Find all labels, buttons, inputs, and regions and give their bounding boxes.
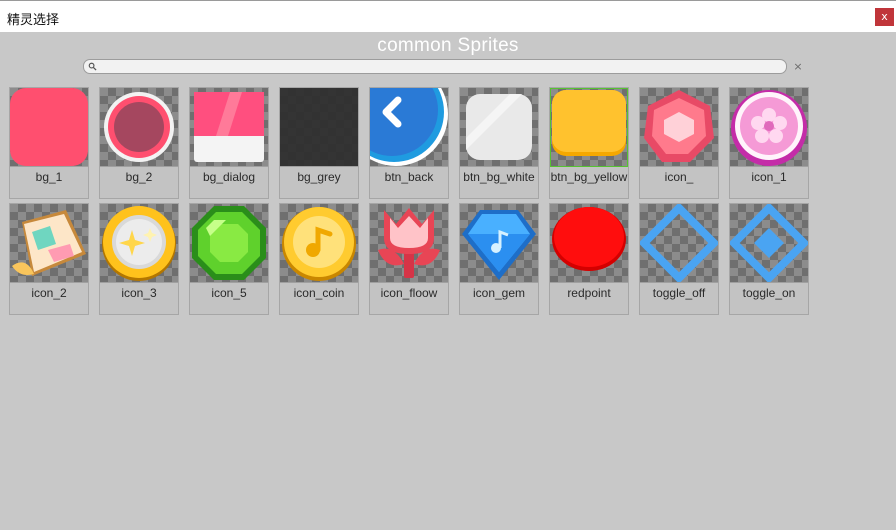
sprite-label: icon_1	[751, 170, 787, 184]
sprite-label: redpoint	[567, 286, 611, 300]
toggle-off-icon	[640, 204, 718, 282]
sprite-label: icon_	[664, 170, 694, 184]
flower-badge-icon	[731, 90, 807, 166]
btn-bg-white-icon	[466, 94, 532, 160]
close-button[interactable]: x	[875, 8, 894, 26]
sprite-item[interactable]: icon_3	[99, 203, 179, 315]
sprite-label: icon_5	[211, 286, 247, 300]
sprite-thumbnail[interactable]	[100, 204, 178, 283]
sprite-thumbnail[interactable]	[10, 88, 88, 167]
sprite-label: icon_coin	[293, 286, 345, 300]
sparkle-coin-icon	[102, 206, 176, 281]
sprite-thumbnail[interactable]	[730, 204, 808, 283]
sprite-thumbnail[interactable]	[550, 88, 628, 167]
sprite-label: btn_bg_white	[463, 170, 535, 184]
bg-dialog-icon	[194, 92, 264, 162]
sprite-thumbnail[interactable]	[280, 204, 358, 283]
back-arrow-icon	[370, 88, 448, 166]
sprite-label: bg_dialog	[202, 170, 256, 184]
sprite-thumbnail[interactable]	[370, 204, 448, 283]
title-bar: 精灵选择 x	[0, 0, 896, 32]
sprite-item[interactable]: icon_5	[189, 203, 269, 315]
sprite-thumbnail[interactable]	[460, 88, 538, 167]
bg-2-icon	[104, 92, 174, 162]
sprite-item[interactable]: redpoint	[549, 203, 629, 315]
sprite-thumbnail[interactable]	[640, 204, 718, 283]
sprite-item[interactable]: btn_back	[369, 87, 449, 199]
sprite-item[interactable]: icon_floow	[369, 203, 449, 315]
green-gem-icon	[192, 206, 266, 280]
sprite-label: bg_grey	[297, 170, 341, 184]
sprite-item[interactable]: bg_1	[9, 87, 89, 199]
sprite-thumbnail[interactable]	[640, 88, 718, 167]
sprite-label: btn_bg_yellow	[550, 170, 628, 184]
red-dot-icon	[552, 207, 626, 271]
sprite-item[interactable]: icon_gem	[459, 203, 539, 315]
sprite-item[interactable]: icon_	[639, 87, 719, 199]
page-title: common Sprites	[377, 35, 519, 56]
sprite-item[interactable]: icon_coin	[279, 203, 359, 315]
btn-bg-yellow-icon	[552, 90, 626, 156]
search-icon	[88, 62, 97, 71]
bg-grey-icon	[280, 88, 358, 166]
bg-1-icon	[10, 88, 88, 166]
sprite-label: icon_floow	[380, 286, 438, 300]
tulip-icon	[378, 208, 440, 278]
sprite-label: toggle_off	[652, 286, 706, 300]
sprite-label: icon_2	[31, 286, 67, 300]
sprite-thumbnail[interactable]	[10, 204, 88, 283]
sprite-item[interactable]: bg_grey	[279, 87, 359, 199]
sprite-label: icon_gem	[472, 286, 526, 300]
sprite-item[interactable]: toggle_off	[639, 203, 719, 315]
blue-diamond-icon	[462, 210, 536, 280]
sprite-thumbnail[interactable]	[370, 88, 448, 167]
sprite-item[interactable]: bg_2	[99, 87, 179, 199]
sprite-thumbnail[interactable]	[550, 204, 628, 283]
search-clear-button[interactable]: ×	[792, 60, 804, 73]
sprite-thumbnail[interactable]	[190, 204, 268, 283]
pink-gem-icon	[644, 90, 714, 162]
sprite-item[interactable]: btn_bg_white	[459, 87, 539, 199]
map-icon	[12, 210, 86, 276]
sprite-label: btn_back	[384, 170, 434, 184]
search-input[interactable]	[100, 60, 780, 73]
sprite-thumbnail[interactable]	[280, 88, 358, 167]
sprite-item[interactable]: icon_2	[9, 203, 89, 315]
sprite-label: icon_3	[121, 286, 157, 300]
window-title: 精灵选择	[7, 12, 60, 27]
sprite-item[interactable]: icon_1	[729, 87, 809, 199]
sprite-thumbnail[interactable]	[730, 88, 808, 167]
sprite-item[interactable]: bg_dialog	[189, 87, 269, 199]
sprite-thumbnail[interactable]	[100, 88, 178, 167]
sprite-thumbnail[interactable]	[460, 204, 538, 283]
coin-icon	[282, 207, 356, 281]
search-bar[interactable]	[83, 59, 787, 74]
sprite-thumbnail[interactable]	[190, 88, 268, 167]
sprite-item[interactable]: btn_bg_yellow	[549, 87, 629, 199]
toggle-on-icon	[730, 204, 808, 282]
sprite-label: bg_1	[35, 170, 63, 184]
sprite-label: bg_2	[125, 170, 153, 184]
sprite-label: toggle_on	[742, 286, 796, 300]
sprite-item[interactable]: toggle_on	[729, 203, 809, 315]
